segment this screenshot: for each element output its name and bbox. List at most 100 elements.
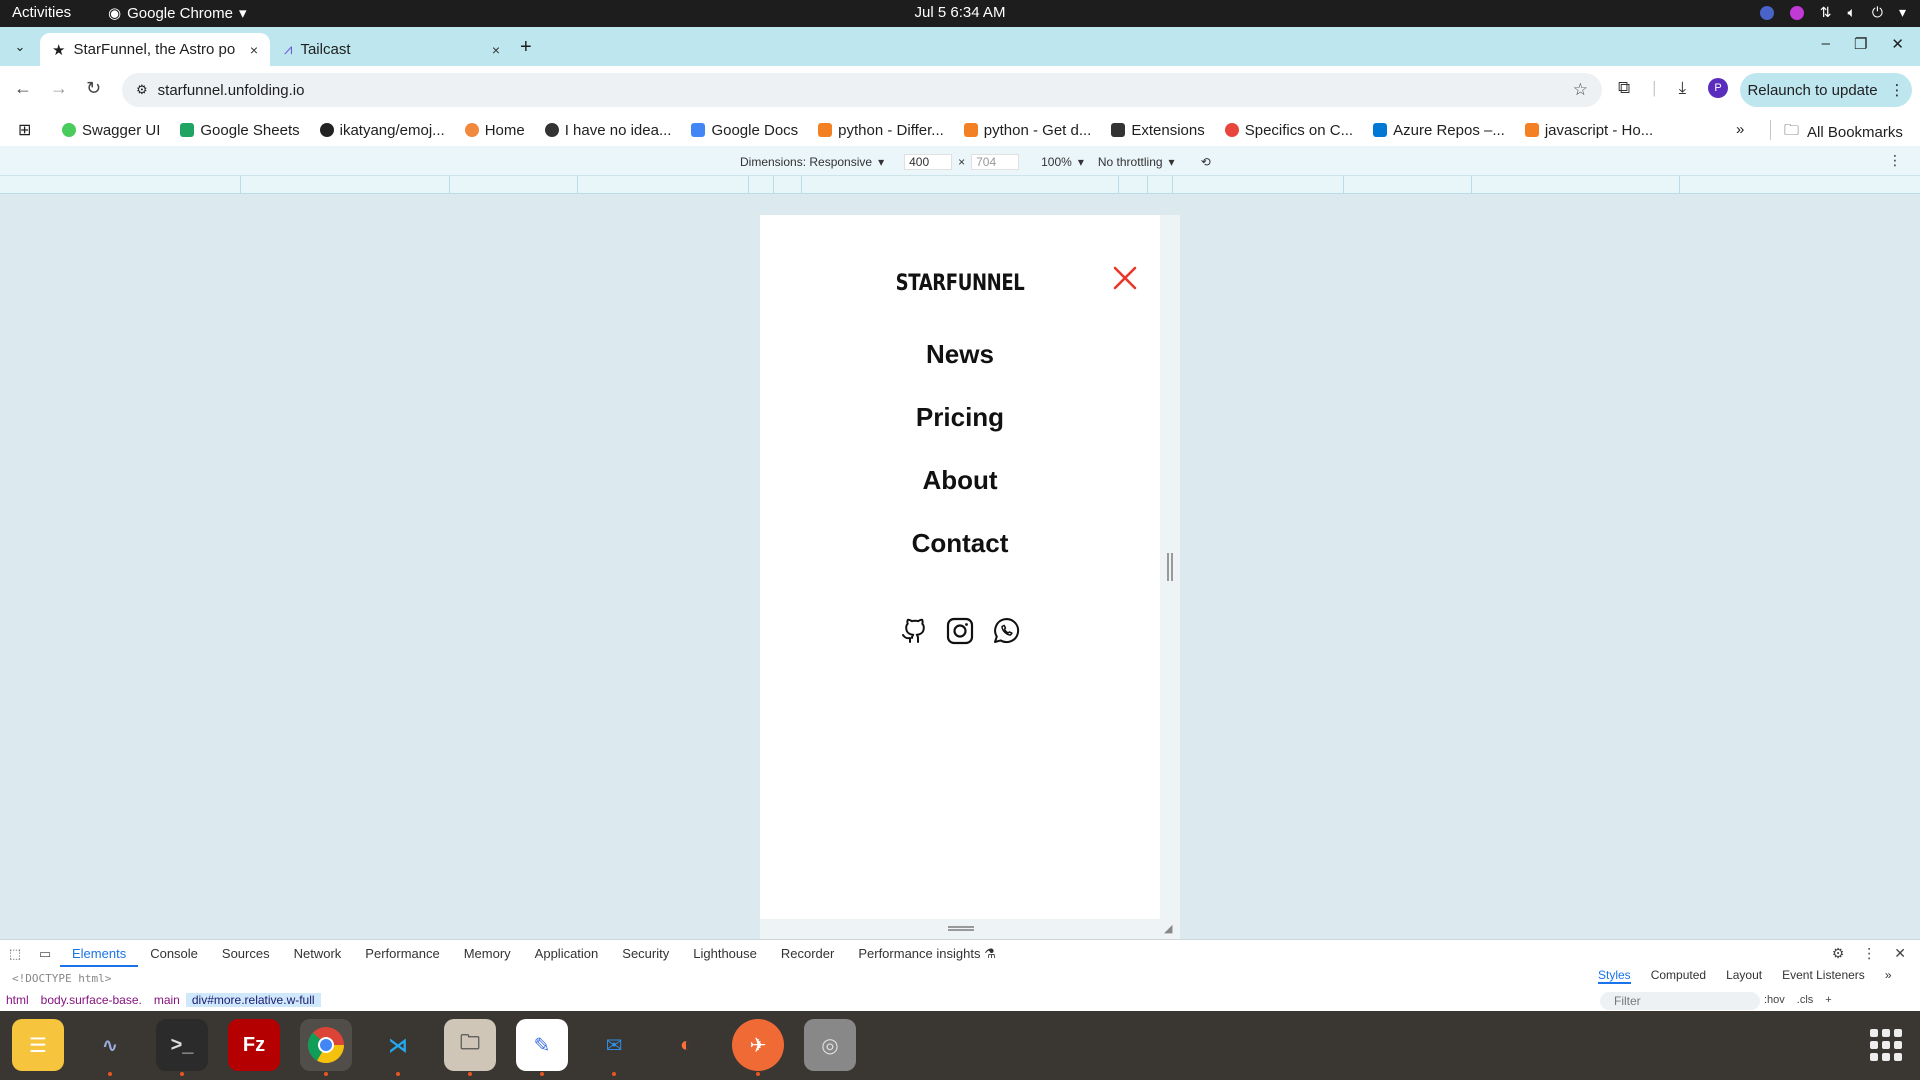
- bookmark-item[interactable]: Azure Repos –...: [1373, 122, 1505, 139]
- apps-grid-icon[interactable]: ⊞: [18, 120, 62, 140]
- instagram-icon[interactable]: [944, 615, 976, 647]
- tab-starfunnel[interactable]: ★ StarFunnel, the Astro po ×: [40, 33, 270, 66]
- firefox-icon[interactable]: ◐: [660, 1019, 712, 1071]
- tab-lighthouse[interactable]: Lighthouse: [681, 940, 769, 967]
- system-monitor-icon[interactable]: ∿: [84, 1019, 136, 1076]
- more-bookmarks-icon[interactable]: »: [1736, 121, 1744, 138]
- site-logo[interactable]: STARFUNNEL: [796, 271, 1124, 296]
- disk-icon[interactable]: ◎: [804, 1019, 856, 1071]
- new-rule-button[interactable]: +: [1825, 994, 1831, 1006]
- tab-network[interactable]: Network: [282, 940, 354, 967]
- vscode-icon[interactable]: ⋊: [372, 1019, 424, 1076]
- styles-filter-input[interactable]: Filter: [1600, 992, 1760, 1010]
- activities-button[interactable]: Activities: [12, 4, 71, 21]
- tab-computed[interactable]: Computed: [1651, 968, 1706, 984]
- terminal-icon[interactable]: >_: [156, 1019, 208, 1076]
- chevron-down-icon[interactable]: ▾: [1899, 4, 1906, 21]
- close-devtools-icon[interactable]: ✕: [1894, 945, 1906, 962]
- bookmark-item[interactable]: Swagger UI: [62, 122, 160, 139]
- tab-performance[interactable]: Performance: [353, 940, 451, 967]
- text-editor-icon[interactable]: ✎: [516, 1019, 568, 1076]
- download-icon[interactable]: ⤓: [1679, 78, 1687, 98]
- tab-search-button[interactable]: ⌄: [8, 35, 32, 59]
- tab-styles[interactable]: Styles: [1598, 968, 1631, 984]
- resize-handle-right[interactable]: [1167, 553, 1173, 581]
- width-input[interactable]: 400: [904, 154, 953, 170]
- close-tab-icon[interactable]: ×: [250, 42, 258, 58]
- dom-tree-doctype[interactable]: <!DOCTYPE html>: [12, 972, 111, 985]
- media-query-bar[interactable]: [0, 176, 1920, 194]
- nav-link-contact[interactable]: Contact: [912, 528, 1009, 591]
- device-toggle-icon[interactable]: ▭: [30, 946, 60, 962]
- forward-icon[interactable]: →: [50, 78, 68, 99]
- dimensions-select[interactable]: Dimensions: Responsive: [740, 155, 872, 169]
- more-vert-icon[interactable]: ⋮: [1888, 152, 1902, 169]
- throttling-select[interactable]: No throttling: [1098, 155, 1163, 169]
- more-tabs-icon[interactable]: »: [1885, 968, 1892, 984]
- network-icon[interactable]: ⇅: [1820, 4, 1832, 21]
- bookmark-item[interactable]: Home: [464, 122, 525, 139]
- settings-gear-icon[interactable]: ⚙: [1832, 945, 1845, 962]
- postman-icon[interactable]: ✈: [732, 1019, 784, 1076]
- hover-state-toggle[interactable]: :hov: [1764, 994, 1785, 1006]
- tab-memory[interactable]: Memory: [452, 940, 523, 967]
- tab-layout[interactable]: Layout: [1726, 968, 1762, 984]
- power-icon[interactable]: ⏻: [1872, 4, 1883, 21]
- sticky-notes-icon[interactable]: ☰: [12, 1019, 64, 1071]
- indicator-icon[interactable]: [1759, 5, 1774, 20]
- height-input[interactable]: 704: [971, 154, 1020, 170]
- whatsapp-icon[interactable]: [990, 615, 1022, 647]
- resize-corner-icon[interactable]: ◢: [1164, 922, 1176, 935]
- nav-link-pricing[interactable]: Pricing: [916, 402, 1004, 465]
- all-bookmarks-button[interactable]: 🗀 All Bookmarks: [1784, 120, 1903, 145]
- back-icon[interactable]: ←: [14, 78, 32, 99]
- inspect-icon[interactable]: ⬚: [0, 946, 30, 962]
- zoom-select[interactable]: 100%: [1041, 155, 1072, 169]
- bookmark-item[interactable]: I have no idea...: [544, 122, 671, 139]
- tab-performance-insights[interactable]: Performance insights ⚗: [846, 940, 1007, 967]
- breadcrumb-item[interactable]: html: [0, 993, 35, 1007]
- close-tab-icon[interactable]: ×: [492, 42, 500, 58]
- close-menu-icon[interactable]: [1112, 265, 1138, 291]
- tab-event-listeners[interactable]: Event Listeners: [1782, 968, 1865, 984]
- new-tab-button[interactable]: +: [520, 36, 532, 59]
- address-bar[interactable]: ⚙ starfunnel.unfolding.io ☆: [122, 73, 1602, 107]
- app-indicator-icon[interactable]: [1789, 5, 1804, 20]
- tab-recorder[interactable]: Recorder: [769, 940, 846, 967]
- restore-icon[interactable]: ❐: [1854, 35, 1867, 53]
- breadcrumb-item-selected[interactable]: div#more.relative.w-full: [185, 993, 321, 1007]
- volume-icon[interactable]: 🔈︎: [1847, 4, 1855, 21]
- nav-link-about[interactable]: About: [922, 465, 997, 528]
- filezilla-icon[interactable]: Fz: [228, 1019, 280, 1071]
- breadcrumb-item[interactable]: body.surface-base.: [35, 993, 148, 1007]
- bookmark-item[interactable]: Google Docs: [691, 122, 798, 139]
- breadcrumb-item[interactable]: main: [148, 993, 186, 1007]
- profile-avatar[interactable]: P: [1708, 78, 1729, 98]
- show-apps-icon[interactable]: [1870, 1029, 1902, 1061]
- bookmark-star-icon[interactable]: ☆: [1573, 80, 1588, 100]
- minimize-icon[interactable]: –: [1822, 35, 1830, 53]
- clock[interactable]: Jul 5 6:34 AM: [0, 4, 1920, 21]
- tab-console[interactable]: Console: [138, 940, 210, 967]
- chrome-icon[interactable]: [300, 1019, 352, 1076]
- relaunch-button[interactable]: Relaunch to update ⋮: [1740, 73, 1912, 107]
- system-tray[interactable]: ⇅ 🔈︎ ⏻ ▾: [1759, 4, 1906, 21]
- site-info-icon[interactable]: ⚙: [136, 82, 148, 98]
- files-icon[interactable]: 🗀: [444, 1019, 496, 1076]
- extensions-icon[interactable]: ⧉: [1618, 78, 1630, 98]
- bookmark-item[interactable]: python - Differ...: [818, 122, 944, 139]
- nav-link-news[interactable]: News: [926, 339, 994, 402]
- bookmark-item[interactable]: Extensions: [1111, 122, 1205, 139]
- class-toggle[interactable]: .cls: [1797, 994, 1814, 1006]
- resize-handle-bottom[interactable]: [948, 926, 974, 931]
- bookmark-item[interactable]: Google Sheets: [180, 122, 300, 139]
- rotate-icon[interactable]: ⟲: [1201, 155, 1211, 169]
- tab-tailcast[interactable]: ⩘ Tailcast ×: [272, 33, 512, 66]
- bookmark-item[interactable]: python - Get d...: [963, 122, 1091, 139]
- close-window-icon[interactable]: ✕: [1891, 35, 1904, 53]
- tab-application[interactable]: Application: [523, 940, 611, 967]
- thunderbird-icon[interactable]: ✉: [588, 1019, 640, 1076]
- more-vert-icon[interactable]: ⋮: [1862, 945, 1876, 962]
- bookmark-item[interactable]: ikatyang/emoj...: [319, 122, 445, 139]
- reload-icon[interactable]: ↻: [86, 78, 101, 99]
